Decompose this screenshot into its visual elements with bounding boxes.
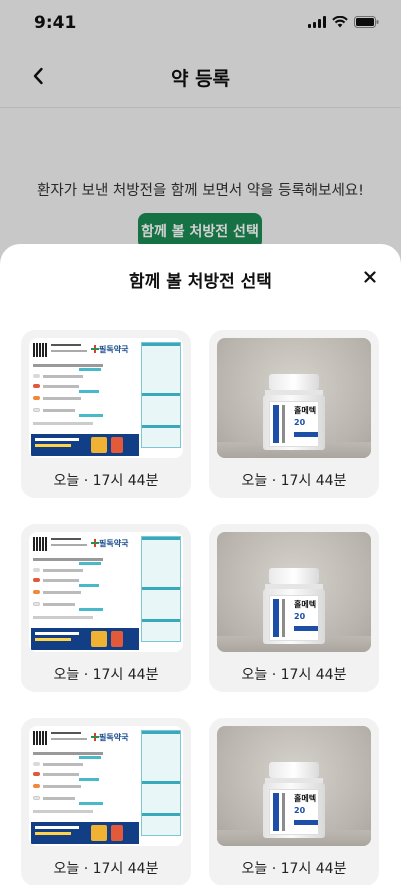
card-timestamp: 오늘 · 17시 44분 xyxy=(241,473,347,489)
product-name: 홀메텍 xyxy=(294,406,317,415)
prescription-card[interactable]: 필독약국 오늘 · 17시 44분 xyxy=(21,330,191,498)
card-timestamp: 오늘 · 17시 44분 xyxy=(241,861,347,877)
pharmacy-cross-icon xyxy=(91,733,99,741)
close-icon xyxy=(364,271,376,283)
medicine-bottle-image: 홀메텍 20 xyxy=(263,374,325,450)
product-dose: 20 xyxy=(294,806,306,815)
pharmacy-name: 필독약국 xyxy=(99,345,129,354)
card-timestamp: 오늘 · 17시 44분 xyxy=(241,667,347,683)
prescription-thumbnail: 필독약국 xyxy=(29,726,183,846)
card-timestamp: 오늘 · 17시 44분 xyxy=(53,667,159,683)
medicine-bottle-image: 홀메텍 20 xyxy=(263,568,325,644)
product-dose: 20 xyxy=(294,612,306,621)
prescription-card[interactable]: 홀메텍 20 오늘 · 17시 44분 xyxy=(209,524,379,692)
pharmacy-cross-icon xyxy=(91,345,99,353)
pharmacy-cross-icon xyxy=(91,539,99,547)
prescription-thumbnail: 필독약국 xyxy=(29,532,183,652)
photo-thumbnail: 홀메텍 20 xyxy=(217,338,371,458)
photo-thumbnail: 홀메텍 20 xyxy=(217,532,371,652)
prescription-card[interactable]: 홀메텍 20 오늘 · 17시 44분 xyxy=(209,718,379,885)
close-button[interactable] xyxy=(359,266,381,288)
photo-thumbnail: 홀메텍 20 xyxy=(217,726,371,846)
prescription-card[interactable]: 필독약국 오늘 · 17시 44분 xyxy=(21,718,191,885)
card-timestamp: 오늘 · 17시 44분 xyxy=(53,861,159,877)
product-name: 홀메텍 xyxy=(294,794,317,803)
prescription-card[interactable]: 필독약국 오늘 · 17시 44분 xyxy=(21,524,191,692)
pharmacy-name: 필독약국 xyxy=(99,539,129,548)
prescription-picker-sheet: 함께 볼 처방전 선택 필독약국 오늘 · 17시 44분 홀메텍 20 오늘 … xyxy=(0,244,401,885)
medicine-bottle-image: 홀메텍 20 xyxy=(263,762,325,838)
product-dose: 20 xyxy=(294,418,306,427)
pharmacy-name: 필독약국 xyxy=(99,733,129,742)
sheet-title: 함께 볼 처방전 선택 xyxy=(129,272,272,292)
product-name: 홀메텍 xyxy=(294,600,317,609)
prescription-thumbnail: 필독약국 xyxy=(29,338,183,458)
card-timestamp: 오늘 · 17시 44분 xyxy=(53,473,159,489)
prescription-card[interactable]: 홀메텍 20 오늘 · 17시 44분 xyxy=(209,330,379,498)
